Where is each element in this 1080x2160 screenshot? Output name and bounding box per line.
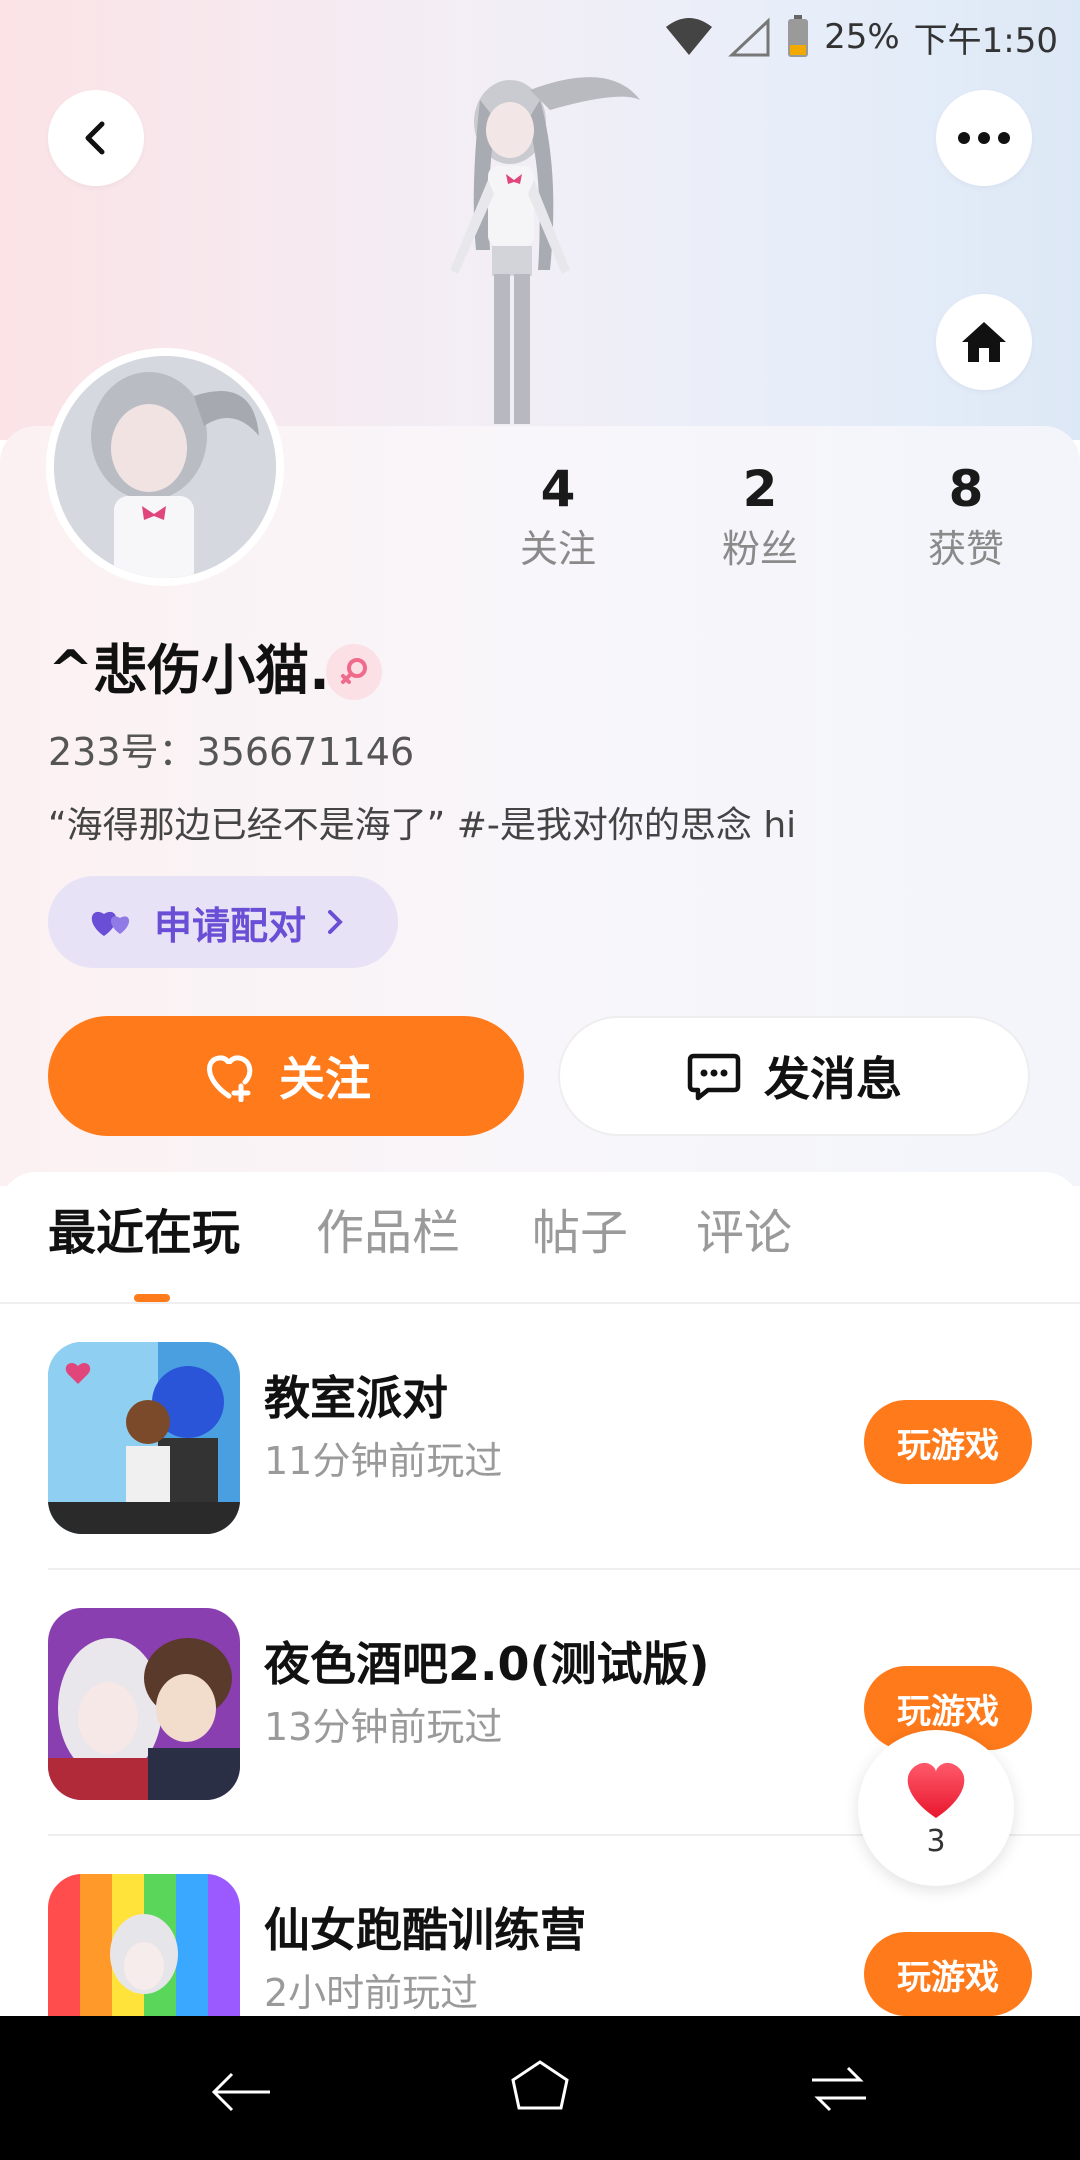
following-label: 关注 (519, 527, 596, 571)
following-count: 4 (540, 460, 576, 518)
stat-likes[interactable]: 8 获赞 (886, 456, 1046, 576)
fans-label: 粉丝 (721, 527, 798, 571)
wifi-icon (666, 18, 713, 55)
game-played-time: 2小时前玩过 (264, 1971, 479, 2015)
game-title: 夜色酒吧2.0(测试版) (264, 1637, 710, 1691)
tab-works[interactable]: 作品栏 (316, 1198, 460, 1268)
nickname: ^悲伤小猫. (48, 639, 330, 702)
follow-label: 关注 (279, 1052, 371, 1106)
tab-posts[interactable]: 帖子 (532, 1198, 628, 1268)
game-item[interactable]: 教室派对 11分钟前玩过 玩游戏 (0, 1304, 1080, 1570)
system-navigation-bar (0, 2016, 1080, 2160)
game-played-time: 13分钟前玩过 (264, 1705, 503, 1749)
battery-percent: 25% (824, 17, 900, 57)
game-icon-fairy-parkour (48, 1874, 240, 2016)
tab-bar: 最近在玩 作品栏 帖子 评论 (0, 1172, 1080, 1304)
tab-comments[interactable]: 评论 (696, 1198, 792, 1268)
double-heart-icon (91, 911, 130, 936)
active-tab-indicator (134, 1294, 170, 1302)
status-time: 下午1:50 (913, 20, 1058, 61)
female-gender-icon (326, 644, 382, 700)
home-button[interactable] (936, 294, 1032, 390)
chevron-right-icon (328, 910, 343, 934)
send-message-button[interactable]: 发消息 (558, 1016, 1030, 1136)
user-id: 233号：356671146 (48, 730, 415, 774)
back-button[interactable] (48, 90, 144, 186)
battery-icon (788, 15, 809, 57)
bio: “海得那边已经不是海了” #-是我对你的思念 hi (48, 805, 797, 846)
content-area: 最近在玩 作品栏 帖子 评论 教室派对 11分钟前玩过 玩游戏 夜色酒吧2.0(… (0, 1172, 1080, 2016)
tab-recently-played[interactable]: 最近在玩 (48, 1198, 240, 1268)
chat-bubble-icon (687, 1053, 741, 1101)
apply-pair-button[interactable]: 申请配对 (48, 876, 398, 968)
back-nav-icon[interactable] (206, 2056, 276, 2120)
home-nav-icon[interactable] (505, 2056, 575, 2120)
status-bar: 25% 下午1:50 (0, 0, 1080, 76)
avatar-image (54, 356, 276, 578)
stat-following[interactable]: 4 关注 (478, 456, 638, 576)
game-played-time: 11分钟前玩过 (264, 1439, 503, 1483)
game-title: 教室派对 (264, 1371, 448, 1425)
follow-button[interactable]: 关注 (48, 1016, 524, 1136)
play-game-button[interactable]: 玩游戏 (864, 1400, 1032, 1484)
likes-count: 8 (948, 460, 984, 518)
recent-apps-nav-icon[interactable] (804, 2056, 874, 2120)
game-icon-night-bar (48, 1608, 240, 1800)
floating-like-button[interactable]: 3 (858, 1730, 1014, 1886)
chevron-left-icon (85, 121, 105, 155)
send-message-label: 发消息 (764, 1052, 902, 1106)
apply-pair-label: 申请配对 (154, 903, 307, 948)
avatar[interactable] (46, 348, 284, 586)
likes-label: 获赞 (927, 527, 1004, 571)
play-game-button[interactable]: 玩游戏 (864, 1932, 1032, 2016)
fans-count: 2 (742, 460, 778, 518)
banner-character-image (450, 77, 640, 424)
like-count: 3 (926, 1823, 946, 1859)
heart-plus-icon (207, 1055, 253, 1102)
game-title: 仙女跑酷训练营 (264, 1903, 586, 1957)
heart-icon (907, 1762, 965, 1818)
stat-fans[interactable]: 2 粉丝 (680, 456, 840, 576)
more-button[interactable] (936, 90, 1032, 186)
more-dots-icon (958, 132, 1010, 144)
game-icon-classroom-party (48, 1342, 240, 1534)
profile-screen: 25% 下午1:50 4 关注 2 粉丝 8 获赞 ^悲伤小猫. 233号：35… (0, 0, 1080, 2016)
home-icon (962, 322, 1006, 362)
signal-icon (728, 17, 770, 57)
